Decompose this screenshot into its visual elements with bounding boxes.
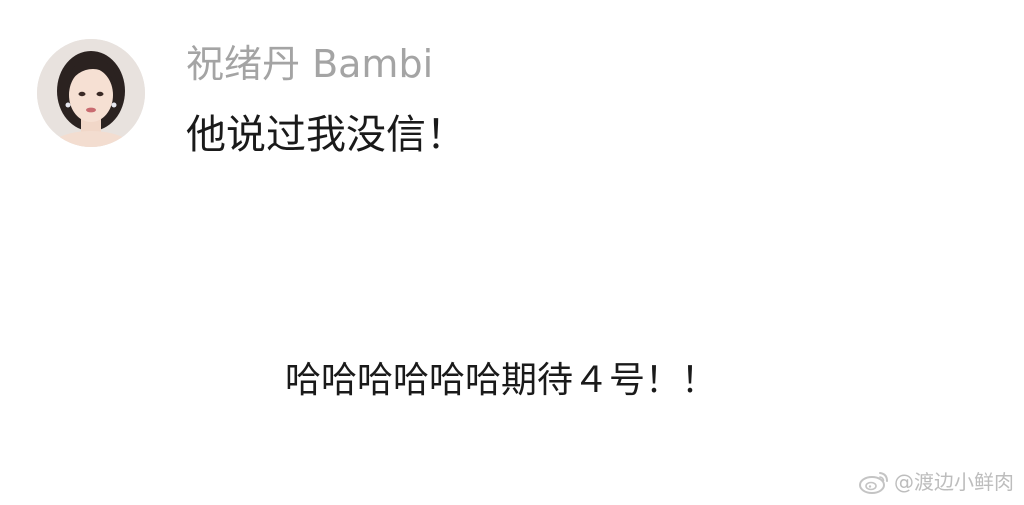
avatar[interactable]: [37, 39, 145, 147]
username[interactable]: 祝绪丹 Bambi: [186, 40, 433, 88]
reply-text: 哈哈哈哈哈哈期待４号！！: [285, 360, 718, 401]
watermark: @渡边小鲜肉: [858, 469, 1014, 495]
comment-text: 他说过我没信！: [186, 112, 466, 158]
avatar-portrait: [37, 39, 145, 147]
watermark-text: @渡边小鲜肉: [894, 470, 1014, 494]
weibo-logo-icon: [859, 472, 888, 494]
